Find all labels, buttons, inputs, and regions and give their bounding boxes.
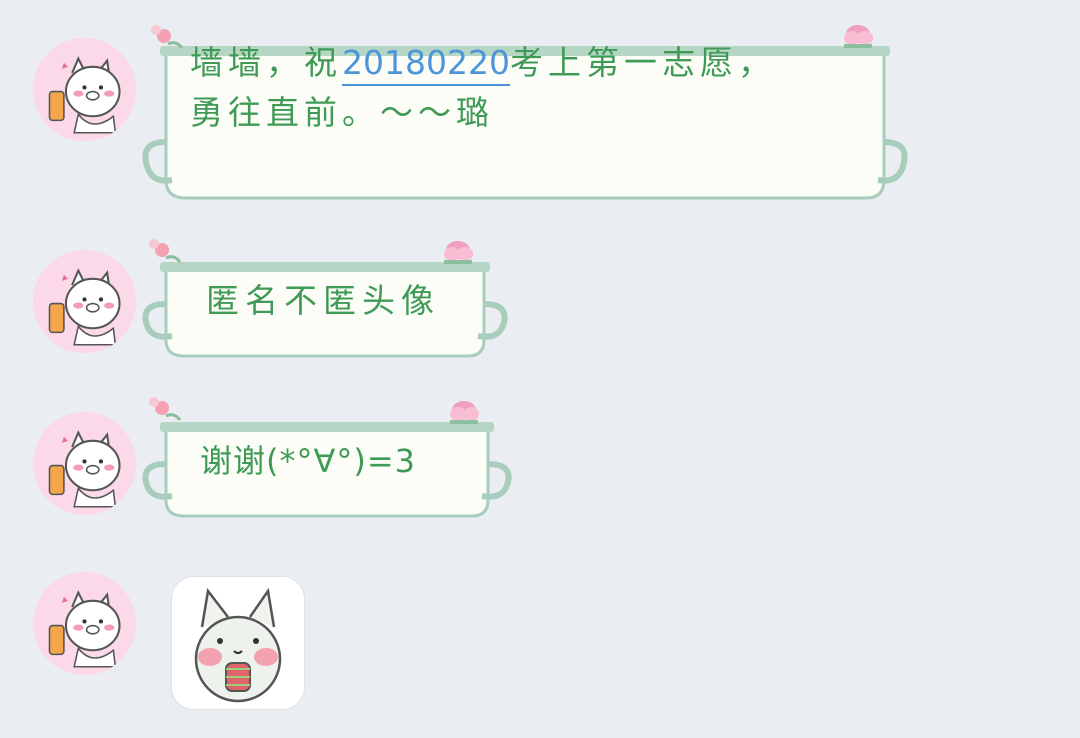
message-bubble[interactable]: 匿名不匿头像 [142, 236, 508, 360]
pig-avatar-icon [33, 38, 136, 141]
pig-avatar-icon [33, 250, 136, 353]
message-text-part2: 考上第一志愿， [509, 43, 776, 82]
message-text: 谢谢(*°∀°)=3 [200, 442, 417, 480]
message-text: 匿名不匿头像 [206, 281, 440, 320]
avatar[interactable] [33, 572, 136, 675]
date-link[interactable]: 20180220 [342, 43, 510, 86]
message-text-line2: 勇往直前。～～璐 [190, 93, 494, 132]
message-bubble[interactable]: 墙墙，祝20180220考上第一志愿， 勇往直前。～～璐 [142, 22, 908, 202]
avatar[interactable] [33, 250, 136, 353]
message-text: 墙墙，祝20180220考上第一志愿， 勇往直前。～～璐 [190, 38, 830, 138]
avatar[interactable] [33, 412, 136, 515]
message-bubble[interactable]: 谢谢(*°∀°)=3 [142, 394, 512, 520]
message-text-part1: 墙墙，祝 [190, 43, 342, 82]
avatar[interactable] [33, 38, 136, 141]
kitten-sticker-icon [172, 577, 304, 709]
pig-avatar-icon [33, 412, 136, 515]
pig-avatar-icon [33, 572, 136, 675]
sticker-message[interactable] [172, 577, 304, 709]
